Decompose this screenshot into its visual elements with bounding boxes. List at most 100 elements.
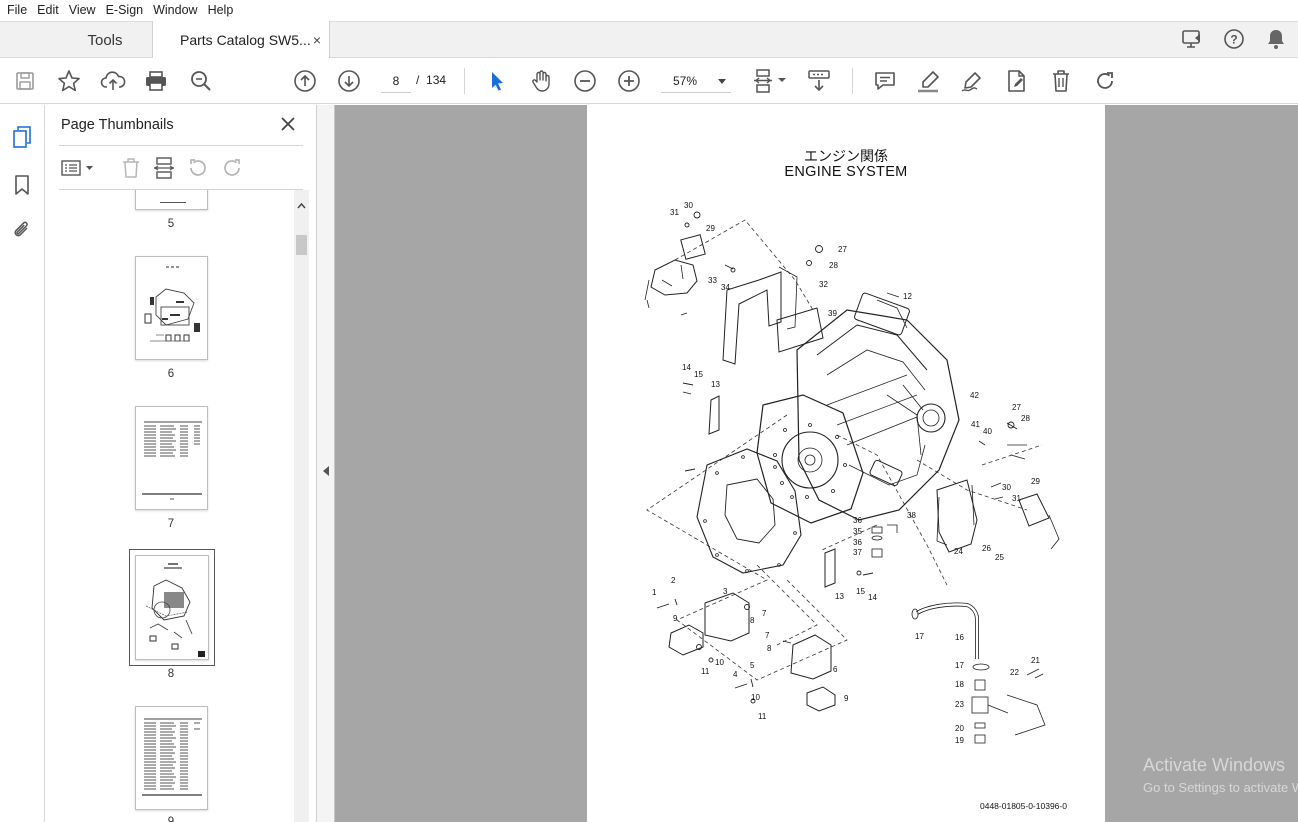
zoom-level-select[interactable]: 57% — [661, 69, 731, 93]
callout-28: 28 — [829, 261, 838, 270]
callout-29: 29 — [1031, 477, 1040, 486]
main-toolbar: / 134 57% — [0, 58, 1298, 104]
thumbnail-page[interactable] — [135, 706, 208, 810]
callout-33: 33 — [708, 276, 717, 285]
share-screen-icon[interactable] — [1180, 27, 1204, 51]
comment-icon[interactable] — [872, 68, 898, 94]
tab-tools[interactable]: Tools — [58, 22, 152, 58]
zoom-search-icon[interactable] — [188, 68, 214, 94]
callout-10: 10 — [715, 658, 724, 667]
callout-17: 17 — [955, 661, 964, 670]
callout-9: 9 — [673, 614, 678, 623]
callout-21: 21 — [1031, 656, 1040, 665]
page-total: 134 — [426, 73, 447, 87]
save-icon[interactable] — [12, 68, 38, 94]
pdf-page: エンジン関係 ENGINE SYSTEM 30 31 29 27 28 33 3… — [587, 105, 1105, 822]
thumbnail-page[interactable] — [135, 256, 208, 360]
tab-bar: Tools Parts Catalog SW5... × ? — [0, 21, 1298, 59]
menu-esign[interactable]: E-Sign — [101, 0, 149, 21]
page-number-input[interactable] — [381, 69, 411, 93]
fit-page-icon[interactable] — [750, 68, 790, 94]
highlight-pen-icon[interactable] — [916, 68, 942, 94]
scrollbar-thumb[interactable] — [296, 235, 307, 255]
attachments-paperclip-icon[interactable] — [10, 218, 34, 242]
callout-31: 31 — [1012, 494, 1021, 503]
bookmarks-icon[interactable] — [10, 173, 34, 197]
callout-18: 18 — [955, 680, 964, 689]
callout-42: 42 — [970, 391, 979, 400]
callout-17: 17 — [915, 632, 924, 641]
engine-exploded-diagram: 30 31 29 27 28 33 34 32 39 12 14 15 13 4… — [644, 201, 1060, 745]
callout-12: 12 — [903, 292, 912, 301]
thumbnail-delete-icon[interactable] — [118, 155, 144, 181]
callout-23: 23 — [955, 700, 964, 709]
menu-view[interactable]: View — [64, 0, 101, 21]
page-thumbnails-icon[interactable] — [10, 125, 34, 149]
help-icon[interactable]: ? — [1222, 27, 1246, 51]
scroll-mode-icon[interactable] — [806, 68, 832, 94]
callout-11: 11 — [701, 667, 710, 676]
callout-24: 24 — [954, 547, 963, 556]
menu-help[interactable]: Help — [203, 0, 239, 21]
zoom-in-icon[interactable] — [616, 68, 642, 94]
thumbnail-label: 9 — [167, 816, 175, 822]
draw-signature-icon[interactable] — [960, 68, 986, 94]
thumbnail-page[interactable] — [135, 406, 208, 510]
zoom-out-icon[interactable] — [572, 68, 598, 94]
callout-30: 30 — [1002, 483, 1011, 492]
next-page-icon[interactable] — [336, 68, 362, 94]
activation-watermark-subtitle: Go to Settings to activate Windows. — [1143, 780, 1298, 795]
hand-tool-icon[interactable] — [528, 68, 554, 94]
print-icon[interactable] — [143, 68, 169, 94]
menu-edit[interactable]: Edit — [32, 0, 64, 21]
bookmark-star-icon[interactable] — [56, 68, 82, 94]
callout-36: 36 — [853, 516, 862, 525]
thumbnail-scrollbar[interactable] — [294, 190, 309, 822]
callout-8: 8 — [767, 644, 772, 653]
upload-cloud-icon[interactable] — [100, 68, 126, 94]
delete-trash-icon[interactable] — [1048, 68, 1074, 94]
callout-22: 22 — [1010, 668, 1019, 677]
callout-16: 16 — [955, 633, 964, 642]
page-count: / 134 — [416, 73, 446, 87]
callout-15: 15 — [694, 370, 703, 379]
rotate-left-icon[interactable] — [185, 155, 211, 181]
toolbar-divider — [852, 68, 853, 94]
menu-file[interactable]: File — [2, 0, 32, 21]
panel-title: Page Thumbnails — [61, 117, 174, 133]
callout-5: 5 — [750, 661, 755, 670]
scroll-up-icon[interactable] — [297, 202, 306, 210]
document-viewport[interactable]: エンジン関係 ENGINE SYSTEM 30 31 29 27 28 33 3… — [335, 105, 1298, 822]
collapse-panel-icon[interactable] — [322, 465, 330, 477]
tab-close-icon[interactable]: × — [313, 32, 321, 48]
callout-38: 38 — [907, 511, 916, 520]
previous-page-icon[interactable] — [292, 68, 318, 94]
rotate-right-icon[interactable] — [219, 155, 245, 181]
select-cursor-icon[interactable] — [484, 68, 510, 94]
panel-splitter[interactable] — [317, 105, 335, 822]
callout-30: 30 — [684, 201, 693, 210]
callout-2: 2 — [671, 576, 676, 585]
thumbnail-options-icon[interactable] — [59, 155, 99, 181]
callout-19: 19 — [955, 736, 964, 745]
thumbnail-insert-icon[interactable] — [151, 155, 177, 181]
callout-1: 1 — [652, 588, 657, 597]
callout-36: 36 — [853, 538, 862, 547]
notifications-bell-icon[interactable] — [1264, 27, 1288, 51]
edit-document-icon[interactable] — [1004, 68, 1030, 94]
callout-29: 29 — [706, 224, 715, 233]
tabbar-actions: ? — [1180, 27, 1288, 51]
thumbnail-page[interactable] — [135, 190, 208, 210]
page-separator: / — [416, 73, 420, 87]
tab-document[interactable]: Parts Catalog SW5... × — [152, 21, 330, 59]
callout-14: 14 — [682, 363, 691, 372]
callout-3: 3 — [723, 587, 728, 596]
chevron-down-icon — [718, 78, 726, 84]
rotate-redo-icon[interactable] — [1092, 68, 1118, 94]
callout-14: 14 — [868, 593, 877, 602]
menu-window[interactable]: Window — [148, 0, 202, 21]
close-panel-icon[interactable] — [278, 114, 298, 134]
page-thumbnails-panel: Page Thumbnails 5 6 7 8 9 — [45, 105, 317, 822]
thumbnail-page-current[interactable] — [135, 555, 209, 660]
callout-9: 9 — [844, 694, 849, 703]
